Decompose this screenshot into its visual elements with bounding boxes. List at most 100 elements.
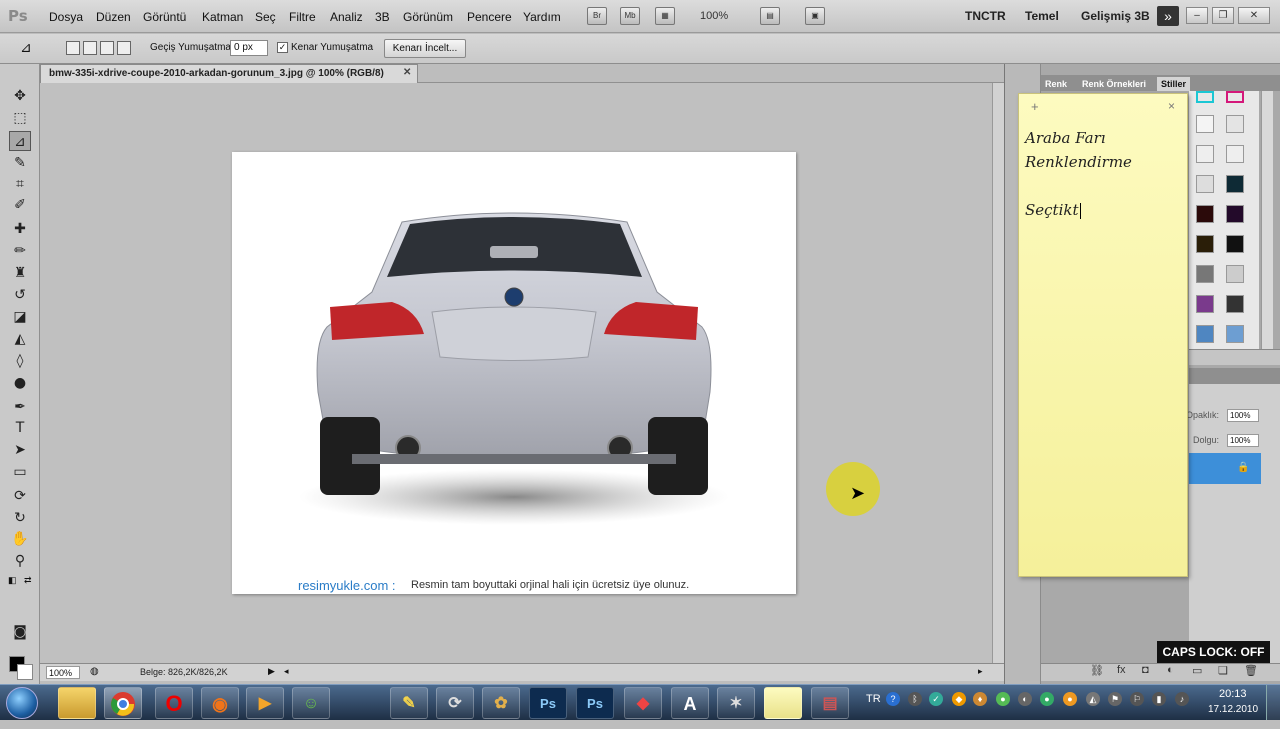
vertical-scrollbar[interactable] (992, 83, 1004, 663)
tab-styles[interactable]: Stiller (1157, 77, 1191, 91)
style-swatch[interactable] (1226, 115, 1244, 133)
tray-icon[interactable]: ⚑ (1108, 692, 1122, 706)
view-extras-icon[interactable]: ▦ (655, 7, 675, 25)
tray-icon[interactable]: ♦ (973, 692, 987, 706)
tray-icon[interactable]: ● (996, 692, 1010, 706)
tray-icon[interactable]: ◭ (1086, 692, 1100, 706)
close-note-icon[interactable]: × (1168, 99, 1175, 113)
style-swatch[interactable] (1226, 205, 1244, 223)
tab-swatches[interactable]: Renk Örnekleri (1078, 77, 1150, 91)
style-swatch[interactable] (1226, 235, 1244, 253)
adjustment-layer-icon[interactable]: ◐ (1167, 664, 1174, 676)
scroll-right-icon[interactable]: ▸ (978, 666, 983, 677)
opera-taskbar-icon[interactable]: O (155, 687, 193, 719)
3d-orbit-tool-icon[interactable]: ↻ (9, 508, 31, 528)
move-tool-icon[interactable]: ✥ (9, 86, 31, 106)
add-note-icon[interactable]: + (1031, 99, 1039, 114)
gradient-tool-icon[interactable]: ◭ (9, 329, 31, 349)
style-swatch[interactable] (1196, 265, 1214, 283)
new-selection-icon[interactable] (66, 41, 80, 55)
photoshop-active-taskbar-icon[interactable]: Ps (576, 687, 614, 719)
style-swatch[interactable] (1226, 145, 1244, 163)
screen-mode-icon[interactable]: ▣ (805, 7, 825, 25)
delete-layer-icon[interactable]: 🗑 (1244, 664, 1258, 677)
tray-icon[interactable]: ◐ (1018, 692, 1032, 706)
menu-help[interactable]: Yardım (523, 10, 561, 24)
menu-file[interactable]: Dosya (49, 10, 83, 24)
background-color-swatch[interactable] (17, 664, 33, 680)
link-layers-icon[interactable]: ⛓ (1090, 664, 1104, 677)
avast-taskbar-icon[interactable]: A (671, 687, 709, 719)
tray-icon[interactable]: ✓ (929, 692, 943, 706)
tray-icon[interactable]: ● (1063, 692, 1077, 706)
brush-tool-icon[interactable]: ✏ (9, 241, 31, 261)
document-image[interactable] (232, 152, 796, 594)
arrange-documents-icon[interactable]: ▤ (760, 7, 780, 25)
tray-icon[interactable]: ◆ (952, 692, 966, 706)
style-swatch[interactable] (1196, 145, 1214, 163)
zoom-level-select[interactable]: 100% (700, 10, 728, 22)
swap-colors-icon[interactable]: ⇄ (24, 575, 32, 586)
mini-bridge-button[interactable]: Mb (620, 7, 640, 25)
style-swatch[interactable] (1226, 175, 1244, 193)
blur-tool-icon[interactable]: ◊ (9, 351, 31, 371)
style-swatch[interactable] (1196, 205, 1214, 223)
history-brush-tool-icon[interactable]: ↺ (9, 285, 31, 305)
network-icon[interactable]: ▮ (1152, 692, 1166, 706)
bridge-button[interactable]: Br (587, 7, 607, 25)
lasso-tool-icon[interactable]: ⊿ (9, 131, 31, 151)
more-workspaces-icon[interactable]: » (1157, 6, 1179, 26)
menu-analysis[interactable]: Analiz (330, 10, 363, 24)
eraser-tool-icon[interactable]: ◪ (9, 307, 31, 327)
pen-app-taskbar-icon[interactable]: ✎ (390, 687, 428, 719)
feather-input[interactable]: 0 px (230, 40, 268, 56)
menu-layer[interactable]: Katman (202, 10, 243, 24)
zoom-tool-icon[interactable]: ⚲ (9, 551, 31, 571)
menu-window[interactable]: Pencere (467, 10, 512, 24)
hand-tool-icon[interactable]: ✋ (9, 529, 31, 549)
winrar-taskbar-icon[interactable]: ▤ (811, 687, 849, 719)
workspace-tnctr[interactable]: TNCTR (965, 9, 1006, 23)
dodge-tool-icon[interactable]: ● (9, 373, 31, 393)
scroll-left-icon[interactable]: ◂ (284, 666, 289, 677)
restore-icon[interactable]: ❐ (1212, 7, 1234, 24)
app-red-taskbar-icon[interactable]: ◆ (624, 687, 662, 719)
app-taskbar-icon[interactable]: ⟳ (436, 687, 474, 719)
firefox-taskbar-icon[interactable]: ◉ (201, 687, 239, 719)
status-zoom-field[interactable]: 100% (46, 666, 80, 679)
clock-time[interactable]: 20:13 (1219, 688, 1247, 700)
shape-tool-icon[interactable]: ▭ (9, 462, 31, 482)
polygonal-lasso-icon[interactable]: ⊿ (20, 39, 32, 56)
minimize-icon[interactable]: – (1186, 7, 1208, 24)
path-select-tool-icon[interactable]: ➤ (9, 440, 31, 460)
style-swatch[interactable] (1196, 325, 1214, 343)
add-selection-icon[interactable] (83, 41, 97, 55)
eyedropper-tool-icon[interactable]: ✐ (9, 195, 31, 215)
styles-scrollbar[interactable] (1261, 91, 1273, 349)
paint-taskbar-icon[interactable]: ✿ (482, 687, 520, 719)
start-button[interactable] (6, 687, 38, 719)
healing-brush-tool-icon[interactable]: ✚ (9, 219, 31, 239)
menu-edit[interactable]: Düzen (96, 10, 131, 24)
clock-date[interactable]: 17.12.2010 (1208, 704, 1258, 715)
language-indicator[interactable]: TR (866, 693, 881, 705)
type-tool-icon[interactable]: T (9, 418, 31, 438)
menu-3d[interactable]: 3B (375, 10, 390, 24)
style-swatch[interactable] (1196, 91, 1214, 103)
tab-color[interactable]: Renk (1041, 77, 1071, 91)
action-center-icon[interactable]: ⚐ (1130, 692, 1144, 706)
chrome-taskbar-icon[interactable] (104, 687, 142, 719)
style-swatch[interactable] (1226, 265, 1244, 283)
subtract-selection-icon[interactable] (100, 41, 114, 55)
style-swatch[interactable] (1226, 325, 1244, 343)
photoshop-taskbar-icon[interactable]: Ps (529, 687, 567, 719)
menu-image[interactable]: Görüntü (143, 10, 186, 24)
style-swatch[interactable] (1196, 115, 1214, 133)
status-menu-arrow-icon[interactable]: ▶ (268, 666, 275, 677)
3d-rotate-tool-icon[interactable]: ⟳ (9, 486, 31, 506)
close-tab-icon[interactable]: ✕ (403, 68, 413, 78)
intersect-selection-icon[interactable] (117, 41, 131, 55)
layer-mask-icon[interactable]: ◘ (1142, 664, 1149, 676)
help-tray-icon[interactable]: ? (886, 692, 900, 706)
new-layer-icon[interactable]: ❏ (1218, 664, 1228, 677)
